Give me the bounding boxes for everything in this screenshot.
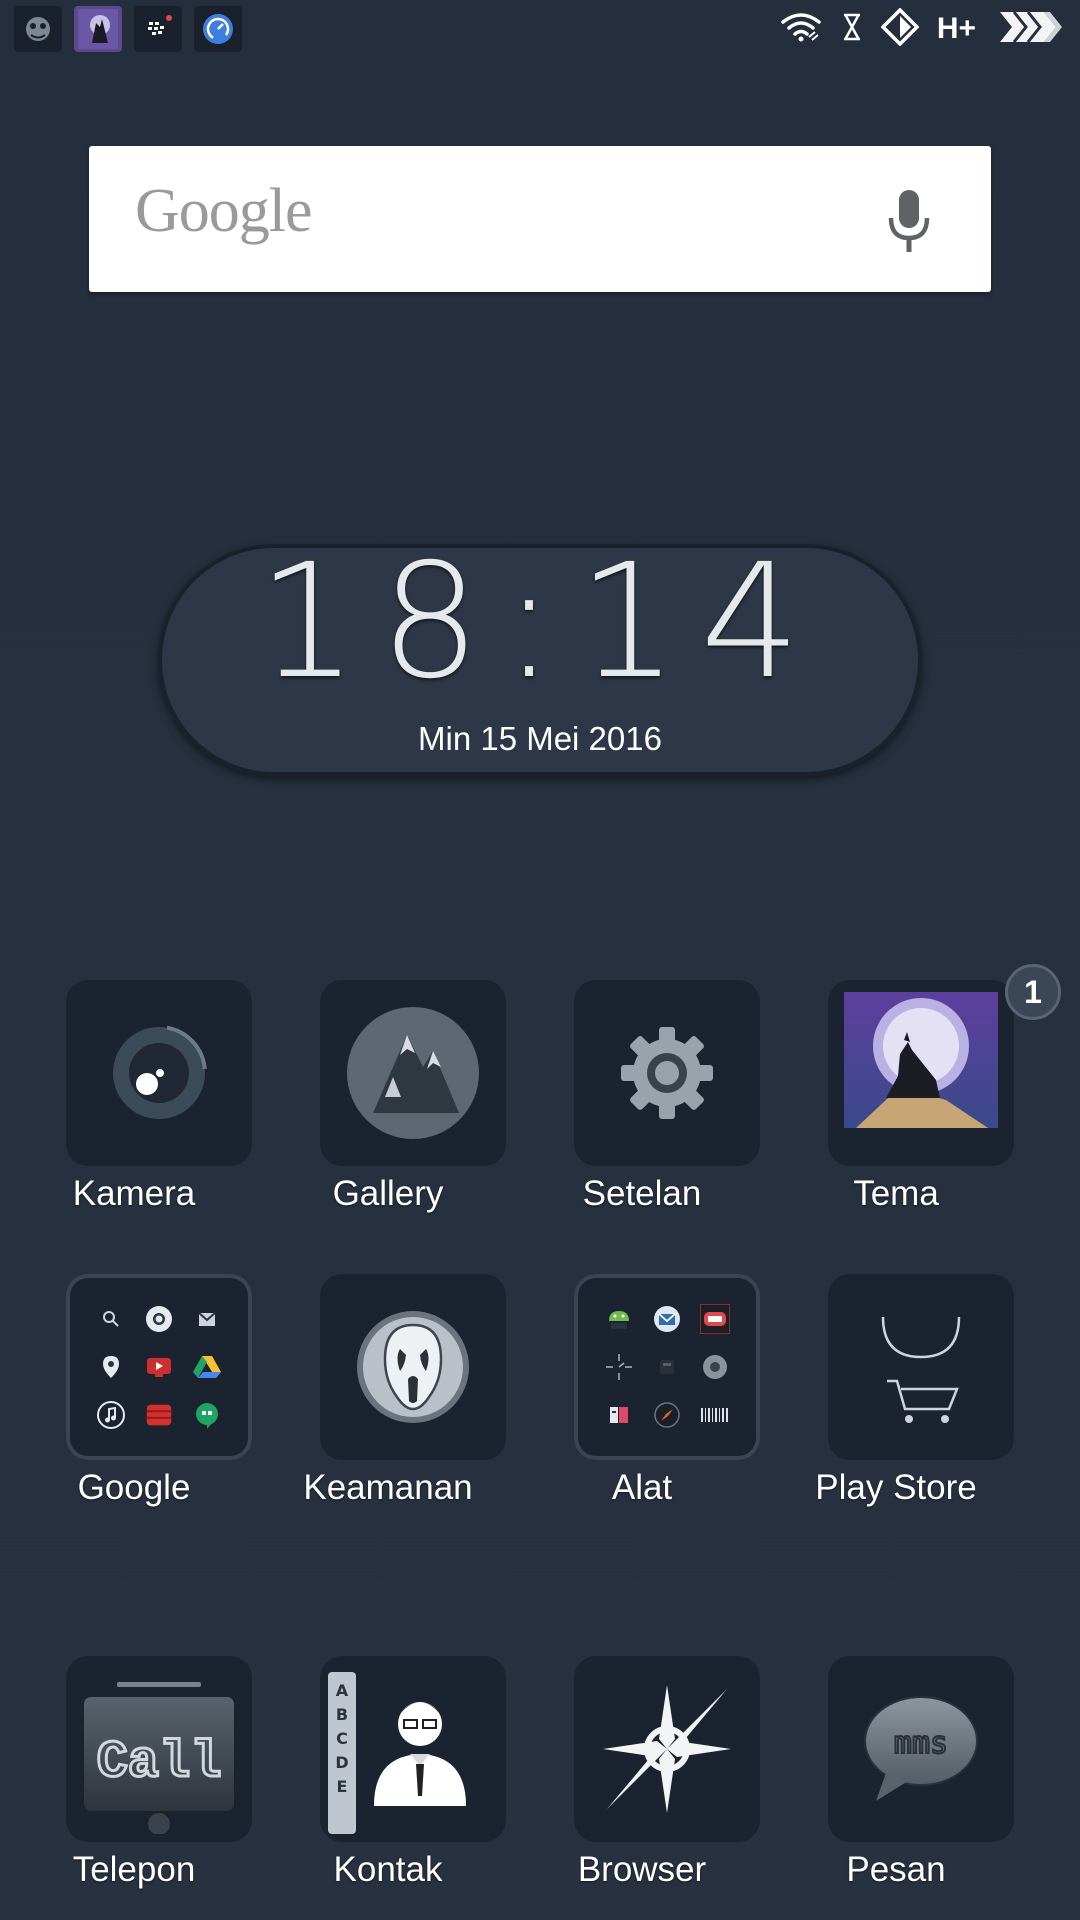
app-label: Kontak [333, 1850, 443, 1889]
call-phone-icon: Call [66, 1656, 252, 1842]
compass-star-browser-icon [574, 1656, 760, 1842]
barcode-icon [700, 1400, 730, 1430]
index-letter-e: E [337, 1777, 348, 1796]
gallery-mountain-icon [320, 980, 506, 1166]
clock-date: Min 15 Mei 2016 [418, 720, 662, 757]
hangouts-icon [192, 1400, 222, 1430]
wolf-theme-icon [828, 980, 1014, 1166]
app-label: Alat [611, 1468, 673, 1507]
email-icon [652, 1304, 682, 1334]
status-icons: H+ [779, 7, 1064, 50]
clock-widget[interactable]: 18:14 Min 15 Mei 2016 [158, 530, 922, 776]
app-label: Keamanan [303, 1468, 473, 1507]
mic-icon[interactable] [881, 186, 937, 258]
google-logo: Google [135, 177, 313, 245]
index-letter-c: C [336, 1729, 348, 1748]
notification-count-badge: 1 [1005, 964, 1061, 1020]
calculator-icon [652, 1352, 682, 1382]
app-play-store[interactable]: Play Store [769, 1274, 1023, 1534]
tools-folder-icon [574, 1274, 760, 1460]
index-letter-b: B [336, 1705, 348, 1724]
bbm-notification-icon [134, 6, 182, 52]
app-label: Play Store [815, 1468, 977, 1507]
wolf-theme-notification-icon [74, 6, 122, 52]
app-label: Telepon [72, 1850, 196, 1889]
shopping-cart-icon [828, 1274, 1014, 1460]
hourglass-icon [841, 13, 863, 45]
music-icon [96, 1400, 126, 1430]
app-kontak[interactable]: ABCDE Kontak [261, 1656, 515, 1916]
call-text: Call [97, 1733, 222, 1792]
google-search-bar[interactable]: Google [89, 146, 991, 292]
folder-preview-grid [96, 1304, 222, 1430]
clock-icon [604, 1352, 634, 1382]
app-browser[interactable]: Browser [515, 1656, 769, 1916]
app-pesan[interactable]: mms Pesan [769, 1656, 1023, 1916]
mms-text: mms [894, 1726, 948, 1761]
app-setelan[interactable]: Setelan [515, 980, 769, 1240]
app-kamera[interactable]: Kamera [7, 980, 261, 1240]
game-notification-icon [14, 6, 62, 52]
compass-icon [652, 1400, 682, 1430]
folder-alat[interactable]: Alat [515, 1274, 769, 1534]
index-letter-a: A [336, 1681, 349, 1700]
app-label: Setelan [582, 1174, 702, 1213]
app-label: Tema [853, 1174, 939, 1213]
speedometer-notification-icon [194, 6, 242, 52]
mms-message-icon: mms [828, 1656, 1014, 1842]
drive-icon [192, 1352, 222, 1382]
radio-icon [700, 1304, 730, 1334]
clock-time: 18:14 [257, 530, 823, 714]
app-label: Browser [577, 1850, 707, 1889]
app-gallery[interactable]: Gallery [261, 980, 515, 1240]
android-fm-icon [604, 1304, 634, 1334]
file-manager-icon [604, 1400, 634, 1430]
search-icon [96, 1304, 126, 1334]
google-folder-icon [66, 1274, 252, 1460]
network-type-label: H+ [936, 12, 976, 45]
games-icon [144, 1400, 174, 1430]
recorder-icon [700, 1352, 730, 1382]
app-label: Google [77, 1468, 191, 1507]
maps-pin-icon [96, 1352, 126, 1382]
app-label: Pesan [846, 1850, 946, 1889]
youtube-icon [144, 1352, 174, 1382]
folder-preview-grid [604, 1304, 730, 1430]
app-telepon[interactable]: Call Telepon [7, 1656, 261, 1916]
ghost-mask-security-icon [320, 1274, 506, 1460]
inbox-icon [192, 1304, 222, 1334]
folder-google[interactable]: Google [7, 1274, 261, 1534]
signal-diamond-icon [880, 7, 920, 50]
gear-icon [574, 980, 760, 1166]
app-tema[interactable]: 1 Tema [769, 964, 1061, 1240]
chrome-icon [144, 1304, 174, 1334]
battery-icon [994, 10, 1064, 48]
index-letter-d: D [335, 1753, 348, 1772]
app-keamanan[interactable]: Keamanan [261, 1274, 515, 1534]
app-label: Kamera [72, 1174, 196, 1213]
camera-icon [66, 980, 252, 1166]
wifi-icon [779, 11, 823, 47]
status-bar[interactable]: H+ [0, 0, 1080, 58]
app-label: Gallery [332, 1174, 444, 1213]
contacts-person-icon: ABCDE [320, 1656, 506, 1842]
